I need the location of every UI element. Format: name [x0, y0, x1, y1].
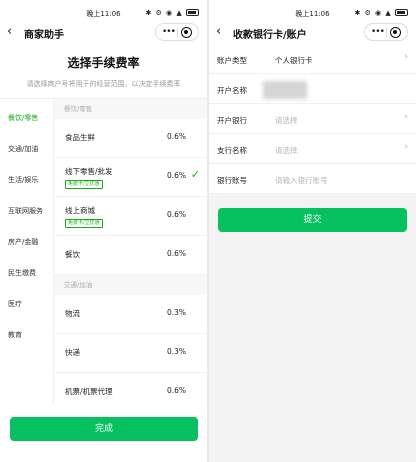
rate-item-value: 0.3% [166, 347, 186, 356]
account-number-label: 银行账号 [217, 176, 247, 185]
account-name-label: 开户名称 [217, 86, 247, 95]
header-area: 晚上11:06 ✱ ⚙ ◉ ▲ ‹ 收款银行卡/账户 ••• [209, 0, 416, 44]
status-bar: 晚上11:06 ✱ ⚙ ◉ ▲ [209, 0, 416, 22]
target-circle-icon[interactable] [181, 27, 192, 38]
more-dots-icon[interactable]: ••• [162, 27, 176, 37]
page-subtitle: 请选择商户号将用于的经营范围，以决定手续费率 [26, 80, 181, 88]
status-symbols: ✱ ⚙ ◉ ▲ [354, 9, 392, 17]
rate-item-value: 0.3% [166, 308, 186, 317]
account-name-row: 开户名称 [209, 74, 416, 104]
capsule-divider [386, 28, 387, 37]
nav-title: 商家助手 [24, 30, 64, 41]
mini-program-capsule: ••• [155, 23, 199, 41]
rate-item-name: 物流 [65, 309, 80, 318]
status-icons: ✱ ⚙ ◉ ▲ [354, 8, 408, 17]
category-item[interactable]: 餐饮/零售 [0, 103, 53, 134]
category-item[interactable]: 教育 [0, 320, 53, 351]
status-symbols: ✱ ⚙ ◉ ▲ [145, 9, 183, 17]
category-item[interactable]: 医疗 [0, 289, 53, 320]
rate-item-selected[interactable]: 线下零售/批发 免费卡/立优惠 0.6% ✓ [54, 158, 207, 197]
rate-item-value: 0.6% [166, 210, 186, 219]
promo-tag: 免费卡/立优惠 [65, 219, 103, 228]
submit-button[interactable]: 提交 [218, 208, 407, 232]
branch-label: 支行名称 [217, 146, 247, 155]
account-type-value: 个人银行卡 [275, 56, 313, 65]
more-dots-icon[interactable]: ••• [371, 27, 385, 37]
mini-program-capsule: ••• [364, 23, 408, 41]
back-icon[interactable]: ‹ [7, 24, 12, 39]
bank-account-screen: 晚上11:06 ✱ ⚙ ◉ ▲ ‹ 收款银行卡/账户 ••• 账户类型 个人银行… [209, 0, 416, 462]
bottom-action-bar: 完成 [0, 405, 207, 462]
rate-item[interactable]: 物流 0.3% [54, 295, 207, 334]
category-item[interactable]: 房产/金融 [0, 227, 53, 258]
account-number-input[interactable]: 请输入银行账号 [275, 175, 328, 186]
chevron-right-icon: › [404, 142, 408, 152]
rate-item-name: 食品生鲜 [65, 133, 95, 142]
category-item[interactable]: 民生缴费 [0, 258, 53, 289]
category-item[interactable]: 交通/加油 [0, 134, 53, 165]
bank-account-form: 账户类型 个人银行卡 › 开户名称 开户银行 请选择 › 支行名称 请选择 › … [209, 44, 416, 194]
rate-item-name: 餐饮 [65, 250, 80, 259]
branch-row[interactable]: 支行名称 请选择 › [209, 134, 416, 164]
redacted-account-name [263, 81, 307, 99]
branch-select[interactable]: 请选择 [275, 145, 298, 156]
rate-selector: 餐饮/零售 交通/加油 生活/娱乐 互联网服务 房产/金融 民生缴费 医疗 教育… [0, 98, 207, 462]
target-circle-icon[interactable] [390, 27, 401, 38]
checkmark-icon: ✓ [190, 168, 200, 181]
fee-rate-screen: 晚上11:06 ✱ ⚙ ◉ ▲ ‹ 商家助手 ••• 选择手续费率 请选择商户号… [0, 0, 207, 462]
rate-item[interactable]: 餐饮 0.6% [54, 236, 207, 275]
rate-item-name: 机票/机票代理 [65, 387, 113, 396]
rate-item-value: 0.6% [166, 249, 186, 258]
rate-item-value: 0.6% [166, 386, 186, 395]
back-icon[interactable]: ‹ [216, 24, 221, 39]
rate-item-name: 线上商城 [65, 206, 95, 215]
account-number-row: 银行账号 请输入银行账号 [209, 164, 416, 194]
battery-icon [395, 9, 408, 16]
rate-item[interactable]: 快递 0.3% [54, 334, 207, 373]
status-icons: ✱ ⚙ ◉ ▲ [145, 8, 199, 17]
bank-row[interactable]: 开户银行 请选择 › [209, 104, 416, 134]
rate-item[interactable]: 线上商城 免费卡/立优惠 0.6% [54, 197, 207, 236]
account-type-row[interactable]: 账户类型 个人银行卡 › [209, 44, 416, 74]
rate-item[interactable]: 食品生鲜 0.6% [54, 119, 207, 158]
account-type-label: 账户类型 [217, 56, 247, 65]
done-button[interactable]: 完成 [10, 417, 198, 441]
battery-icon [186, 9, 199, 16]
bank-select[interactable]: 请选择 [275, 115, 298, 126]
status-bar: 晚上11:06 ✱ ⚙ ◉ ▲ [0, 0, 207, 22]
group-header: 餐饮/零售 [54, 99, 207, 119]
rate-item-value: 0.6% [166, 132, 186, 141]
nav-title: 收款银行卡/账户 [233, 30, 307, 41]
promo-tag: 免费卡/立优惠 [65, 180, 103, 189]
rate-item-name: 快递 [65, 348, 80, 357]
category-item[interactable]: 生活/娱乐 [0, 165, 53, 196]
chevron-right-icon: › [404, 112, 408, 122]
nav-bar: ‹ 商家助手 ••• [0, 22, 207, 44]
nav-bar: ‹ 收款银行卡/账户 ••• [209, 22, 416, 44]
rate-item-name: 线下零售/批发 [65, 167, 113, 176]
chevron-right-icon: › [404, 52, 408, 62]
capsule-divider [177, 28, 178, 37]
group-header: 交通/加油 [54, 275, 207, 295]
category-item[interactable]: 互联网服务 [0, 196, 53, 227]
bank-label: 开户银行 [217, 116, 247, 125]
page-title: 选择手续费率 [67, 56, 140, 70]
rate-item-value: 0.6% [166, 171, 186, 180]
